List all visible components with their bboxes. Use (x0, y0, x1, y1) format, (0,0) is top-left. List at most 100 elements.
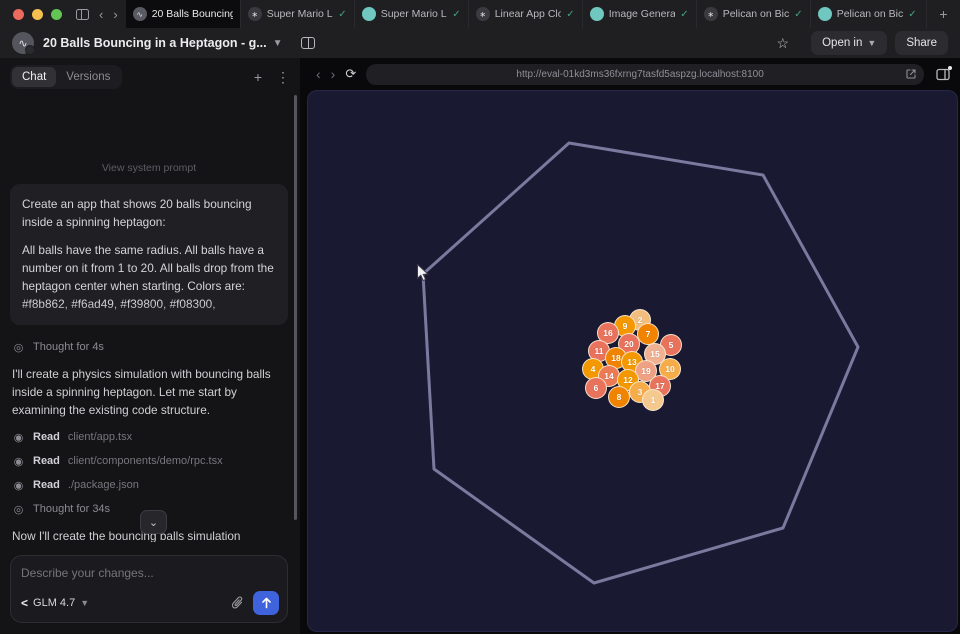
preview-browser-chrome: ‹ › ⟳ http://eval-01kd3ms36fxrng7tasfd5a… (302, 58, 960, 90)
action-detail: ./package.json (68, 479, 139, 491)
title-chevron-down-icon[interactable]: ▼ (273, 38, 283, 49)
tool-action-row[interactable]: ◉ Read ./package.json (12, 479, 286, 492)
scroll-to-bottom-button[interactable]: ⌄ (140, 510, 167, 534)
tab-label: Pelican on Bicyc... (837, 8, 904, 20)
sparkle-avatar-icon: ∗ (476, 7, 490, 21)
back-icon[interactable]: ‹ (99, 8, 103, 21)
assistant-paragraph: I'll create a physics simulation with bo… (12, 365, 286, 420)
tool-action-row[interactable]: ◉ Read client/app.tsx (12, 431, 286, 444)
action-detail: client/app.tsx (68, 431, 132, 443)
sparkle-avatar-icon: ∗ (704, 7, 718, 21)
teal-avatar-icon (590, 7, 604, 21)
eye-icon: ◉ (12, 479, 25, 492)
tool-action-row[interactable]: ◉Readclient/components/demo/rpc.tsx (12, 455, 286, 468)
page-title: 20 Balls Bouncing in a Heptagon - g... (43, 36, 267, 50)
ball-1: 1 (642, 389, 664, 411)
ball-8: 8 (608, 386, 630, 408)
forward-icon[interactable]: › (113, 8, 117, 21)
url-bar[interactable]: http://eval-01kd3ms36fxrng7tasfd5aspzg.l… (366, 64, 924, 85)
chat-sidebar: Chat Versions + ⋮ View system prompt Cre… (0, 58, 300, 634)
refresh-icon[interactable]: ⟳ (345, 66, 356, 82)
tab-20-balls-bouncing-i[interactable]: ∿ 20 Balls Bouncing i... (126, 0, 240, 28)
action-label: Read (33, 455, 60, 467)
check-icon: ✓ (338, 9, 346, 20)
project-avatar-icon: ∿ (12, 32, 34, 54)
tab-label: Linear App Clon... (495, 8, 562, 20)
tab-chat[interactable]: Chat (12, 67, 56, 87)
tab-label: 20 Balls Bouncing i... (152, 8, 233, 20)
thought-label: Thought for 34s (33, 503, 110, 515)
teal-avatar-icon (818, 7, 832, 21)
tab-super-mario-lev[interactable]: ∗ Super Mario Lev... ✓ (240, 0, 354, 28)
ball-7: 7 (637, 323, 659, 345)
tab-pelican-on-bicyc[interactable]: Pelican on Bicyc... ✓ (810, 0, 924, 28)
browser-tab-bar: ‹ › ∿ 20 Balls Bouncing i... ∗ Super Mario … (0, 0, 960, 28)
preview-back-icon[interactable]: ‹ (316, 66, 321, 82)
app-preview-canvas[interactable]: 2916720511151813419101412176831 (307, 90, 958, 632)
lightbulb-icon: ◎ (12, 503, 25, 516)
tab-label: Super Mario Lev... (381, 8, 448, 20)
overflow-menu-icon[interactable]: ⋮ (276, 69, 290, 86)
layout-columns-icon[interactable] (301, 37, 315, 49)
tab-pelican-on-bicyc[interactable]: ∗Pelican on Bicyc...✓ (696, 0, 810, 28)
action-label: Read (33, 431, 60, 443)
thought-row[interactable]: ◎Thought for 4s (12, 341, 286, 354)
send-button[interactable] (253, 591, 279, 615)
check-icon: ✓ (680, 9, 688, 20)
chat-scroll-area[interactable]: View system prompt Create an app that sh… (10, 154, 288, 542)
open-external-icon[interactable] (906, 69, 916, 79)
share-button[interactable]: Share (895, 31, 948, 55)
eye-icon: ◉ (12, 431, 25, 444)
composer-input[interactable]: Describe your changes... (21, 566, 277, 580)
sparkle-avatar-icon: ∗ (248, 7, 262, 21)
user-message-text: Create an app that shows 20 balls bounci… (22, 195, 276, 232)
glm-logo-icon: < (21, 596, 28, 610)
action-label: Read (33, 479, 60, 491)
model-name: GLM 4.7 (33, 597, 75, 609)
app-window: ‹ › ∿ 20 Balls Bouncing i... ∗ Super Mario … (0, 0, 960, 634)
window-controls (0, 0, 72, 28)
model-chevron-icon: ▼ (80, 598, 89, 608)
new-chat-icon[interactable]: + (254, 69, 262, 85)
waveform-avatar-icon: ∿ (133, 7, 147, 21)
open-in-chevron-icon: ▼ (867, 38, 876, 48)
sidebar-toggle-icon[interactable] (76, 9, 89, 20)
preview-forward-icon[interactable]: › (331, 66, 336, 82)
tab-linear-app-clon[interactable]: ∗ Linear App Clon... ✓ (468, 0, 582, 28)
document-header: ∿ 20 Balls Bouncing in a Heptagon - g...… (0, 28, 960, 58)
open-in-label: Open in (822, 37, 862, 49)
check-icon: ✓ (452, 9, 460, 20)
check-icon: ✓ (908, 9, 916, 20)
sidebar-scrollbar[interactable] (294, 95, 297, 520)
message-fade-overlay (10, 303, 288, 325)
tab-label: Super Mario Lev... (267, 8, 334, 20)
tabbar-nav-controls: ‹ › (72, 0, 126, 28)
chevron-down-icon: ⌄ (149, 516, 158, 529)
composer-card[interactable]: Describe your changes... < GLM 4.7 ▼ (10, 555, 288, 623)
user-message-card: Create an app that shows 20 balls bounci… (10, 184, 288, 325)
minimize-window-icon[interactable] (32, 9, 43, 20)
close-window-icon[interactable] (13, 9, 24, 20)
eye-icon: ◉ (12, 455, 25, 468)
share-label: Share (906, 37, 937, 49)
tab-super-mario-lev[interactable]: Super Mario Lev... ✓ (354, 0, 468, 28)
url-text: http://eval-01kd3ms36fxrng7tasfd5aspzg.l… (374, 69, 906, 80)
tab-strip: ∿ 20 Balls Bouncing i... ∗ Super Mario Lev.… (126, 0, 926, 28)
tab-label: Image Generatio... (609, 8, 676, 20)
tab-versions[interactable]: Versions (56, 67, 120, 87)
attach-paperclip-icon[interactable] (231, 596, 244, 610)
open-in-button[interactable]: Open in ▼ (811, 31, 887, 55)
notification-dot (948, 66, 952, 70)
tab-image-generatio[interactable]: Image Generatio... ✓ (582, 0, 696, 28)
view-system-prompt-link[interactable]: View system prompt (10, 162, 288, 174)
new-tab-button[interactable]: + (926, 0, 960, 28)
zoom-window-icon[interactable] (51, 9, 62, 20)
check-icon: ✓ (566, 9, 574, 20)
sidebar-tabs-row: Chat Versions + ⋮ (0, 58, 300, 96)
favorite-star-icon[interactable]: ☆ (777, 35, 790, 52)
ball-6: 6 (585, 377, 607, 399)
devtools-panel-icon[interactable] (936, 68, 950, 81)
model-selector[interactable]: < GLM 4.7 ▼ (21, 596, 89, 610)
check-icon: ✓ (794, 9, 802, 20)
teal-avatar-icon (362, 7, 376, 21)
